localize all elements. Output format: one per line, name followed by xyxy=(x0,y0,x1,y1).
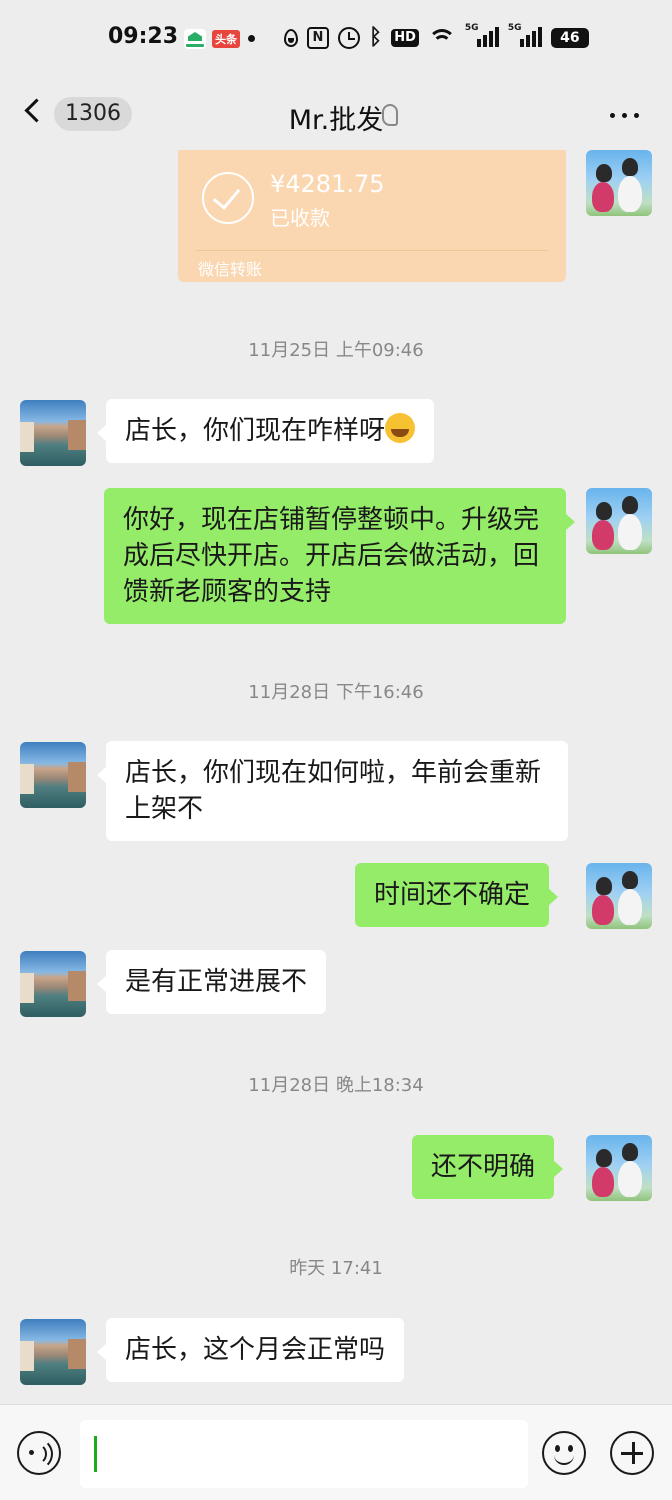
my-avatar[interactable] xyxy=(586,1135,652,1201)
status-bar: 09:23 头条 N ᛒ HD 5G 5G 46 xyxy=(0,0,672,78)
transfer-footer: 微信转账 xyxy=(198,260,263,279)
text-caret xyxy=(94,1436,97,1472)
message-timestamp: 11月25日 上午09:46 xyxy=(248,340,424,361)
my-avatar[interactable] xyxy=(586,863,652,929)
more-icon[interactable] xyxy=(610,113,640,119)
transfer-amount: ¥4281.75 xyxy=(270,170,385,198)
message-text: 时间还不确定 xyxy=(374,880,531,910)
message-timestamp: 11月28日 晚上18:34 xyxy=(248,1075,424,1096)
chat-title: Mr.批发 xyxy=(288,105,384,136)
outgoing-message[interactable]: 你好，现在店铺暂停整顿中。升级完成后尽快开店。开店后会做活动，回馈新老顾客的支持 xyxy=(104,488,575,624)
message-text: 你好，现在店铺暂停整顿中。升级完成后尽快开店。开店后会做活动，回馈新老顾客的支持 xyxy=(123,505,540,607)
laughing-tears-emoji-icon xyxy=(385,413,416,443)
status-time: 09:23 xyxy=(108,24,179,49)
message-text: 店长，这个月会正常吗 xyxy=(125,1335,386,1365)
outgoing-message[interactable]: 时间还不确定 xyxy=(355,863,559,927)
hd-voice-icon: HD xyxy=(391,29,419,47)
status-icons: N ᛒ HD 5G 5G 46 xyxy=(284,22,598,54)
contact-avatar[interactable] xyxy=(20,1319,86,1385)
incoming-message[interactable]: 店长，你们现在如何啦，年前会重新上架不 xyxy=(97,741,568,841)
app-notification-icon xyxy=(184,29,206,49)
transfer-status: 已收款 xyxy=(270,206,330,230)
network-type-label: 5G xyxy=(507,23,522,33)
emoji-icon[interactable] xyxy=(542,1431,586,1475)
message-text: 店长，你们现在如何啦，年前会重新上架不 xyxy=(125,758,542,824)
signal-icon: 5G xyxy=(508,23,542,49)
message-timestamp: 11月28日 下午16:46 xyxy=(248,682,424,703)
signal-icon: 5G xyxy=(465,23,499,49)
incoming-message[interactable]: 是有正常进展不 xyxy=(96,950,327,1014)
my-avatar[interactable] xyxy=(586,150,652,216)
message-text: 还不明确 xyxy=(431,1152,536,1182)
message-text: 是有正常进展不 xyxy=(125,967,308,997)
more-notifications-dot-icon xyxy=(248,35,255,42)
contact-avatar[interactable] xyxy=(20,951,86,1017)
voice-icon[interactable] xyxy=(17,1431,61,1475)
message-input[interactable] xyxy=(80,1420,528,1488)
outgoing-message[interactable]: 还不明确 xyxy=(412,1135,564,1199)
nfc-icon: N xyxy=(307,27,329,49)
message-timestamp: 昨天 17:41 xyxy=(289,1258,383,1279)
battery-icon: 46 xyxy=(550,28,589,48)
drop-icon xyxy=(284,29,298,47)
incoming-message[interactable]: 店长，这个月会正常吗 xyxy=(96,1318,405,1382)
bluetooth-icon: ᛒ xyxy=(369,25,383,50)
message-text: 店长，你们现在咋样呀 xyxy=(125,416,386,446)
contact-avatar[interactable] xyxy=(20,400,86,466)
wifi-icon xyxy=(427,27,456,49)
transfer-card[interactable]: ¥4281.75 已收款 微信转账 xyxy=(178,150,566,282)
news-app-icon: 头条 xyxy=(212,30,240,48)
network-type-label: 5G xyxy=(464,23,479,33)
contact-avatar[interactable] xyxy=(20,742,86,808)
ear-icon[interactable] xyxy=(382,104,398,126)
plus-icon[interactable] xyxy=(610,1431,654,1475)
check-circle-icon xyxy=(202,172,254,224)
alarm-icon xyxy=(338,27,360,49)
my-avatar[interactable] xyxy=(586,488,652,554)
incoming-message[interactable]: 店长，你们现在咋样呀 xyxy=(96,399,435,463)
divider xyxy=(196,250,548,251)
